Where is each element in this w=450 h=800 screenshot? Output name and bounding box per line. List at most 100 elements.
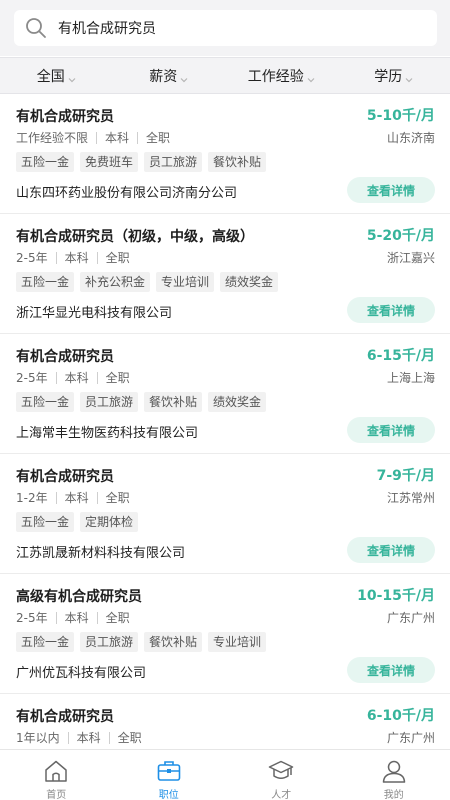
job-meta: 2-5年 本科 全职: [16, 249, 130, 266]
tab-jobs[interactable]: 职位: [113, 750, 226, 800]
filter-label: 薪资: [149, 68, 178, 85]
job-card[interactable]: 有机合成研究员 5-10千/月 工作经验不限 本科 全职 山东济南 五险一金 免…: [0, 94, 450, 214]
view-details-button[interactable]: 查看详情: [347, 417, 435, 443]
filter-bar: 全国 薪资 工作经验 学历: [0, 57, 450, 94]
job-meta: 1-2年 本科 全职: [16, 489, 130, 506]
company-name: 浙江华显光电科技有限公司: [16, 306, 173, 321]
divider: [96, 371, 98, 384]
job-tag: 餐饮补贴: [144, 632, 203, 652]
job-tag: 餐饮补贴: [144, 392, 203, 412]
job-tag: 专业培训: [156, 272, 215, 292]
divider: [96, 131, 98, 144]
search-icon: [14, 10, 58, 46]
tab-label: 首页: [46, 790, 67, 800]
tab-label: 人才: [271, 790, 292, 800]
job-title: 有机合成研究员（初级，中级，高级）: [16, 229, 254, 245]
divider: [67, 731, 69, 744]
tab-mine[interactable]: 我的: [338, 750, 450, 800]
tab-home[interactable]: 首页: [0, 750, 113, 800]
job-tag: 免费班车: [80, 152, 139, 172]
view-details-button[interactable]: 查看详情: [347, 177, 435, 203]
job-card[interactable]: 有机合成研究员 7-9千/月 1-2年 本科 全职 江苏常州 五险一金 定期体检…: [0, 454, 450, 574]
job-education: 本科: [64, 251, 89, 265]
job-tag: 补充公积金: [80, 272, 151, 292]
filter-salary[interactable]: 薪资: [113, 58, 226, 93]
divider: [55, 491, 57, 504]
job-location: 广东广州: [386, 611, 435, 625]
job-card[interactable]: 有机合成研究员（初级，中级，高级） 5-20千/月 2-5年 本科 全职 浙江嘉…: [0, 214, 450, 334]
job-title: 有机合成研究员: [16, 709, 114, 725]
job-title: 有机合成研究员: [16, 469, 114, 485]
user-icon: [381, 758, 407, 784]
job-type: 全职: [105, 371, 130, 385]
divider: [96, 251, 98, 264]
job-tags: 五险一金 员工旅游 餐饮补贴 绩效奖金: [16, 392, 272, 412]
job-experience: 1年以内: [16, 731, 60, 745]
company-name: 广州优瓦科技有限公司: [16, 666, 147, 681]
job-tag: 五险一金: [16, 392, 75, 412]
chevron-down-icon: [405, 72, 413, 82]
job-salary: 6-10千/月: [366, 708, 435, 724]
bottom-tab-bar: 首页 职位 人才 我的: [0, 749, 450, 800]
job-meta: 2-5年 本科 全职: [16, 609, 130, 626]
tab-label: 职位: [158, 790, 179, 800]
job-list[interactable]: 有机合成研究员 5-10千/月 工作经验不限 本科 全职 山东济南 五险一金 免…: [0, 94, 450, 749]
job-tag: 五险一金: [16, 152, 75, 172]
company-name: 上海常丰生物医药科技有限公司: [16, 426, 199, 441]
job-tag: 五险一金: [16, 512, 75, 532]
job-card[interactable]: 高级有机合成研究员 10-15千/月 2-5年 本科 全职 广东广州 五险一金 …: [0, 574, 450, 694]
job-experience: 2-5年: [16, 371, 48, 385]
job-type: 全职: [105, 491, 130, 505]
job-location: 上海上海: [386, 371, 435, 385]
filter-education[interactable]: 学历: [338, 58, 450, 93]
job-meta: 1年以内 本科 全职: [16, 729, 142, 746]
job-education: 本科: [76, 731, 101, 745]
job-card[interactable]: 有机合成研究员 6-10千/月 1年以内 本科 全职 广东广州: [0, 694, 450, 749]
job-tags: 五险一金 员工旅游 餐饮补贴 专业培训: [16, 632, 272, 652]
job-location: 广东广州: [386, 731, 435, 745]
divider: [96, 611, 98, 624]
job-card[interactable]: 有机合成研究员 6-15千/月 2-5年 本科 全职 上海上海 五险一金 员工旅…: [0, 334, 450, 454]
briefcase-icon: [156, 758, 182, 784]
tab-talent[interactable]: 人才: [225, 750, 338, 800]
search-header: [0, 0, 450, 56]
job-location: 江苏常州: [386, 491, 435, 505]
tab-label: 我的: [383, 790, 404, 800]
job-type: 全职: [105, 611, 130, 625]
divider: [55, 251, 57, 264]
job-tag: 绩效奖金: [220, 272, 279, 292]
job-location: 浙江嘉兴: [386, 251, 435, 265]
search-input[interactable]: [58, 13, 418, 43]
search-bar[interactable]: [14, 10, 437, 46]
job-tag: 绩效奖金: [208, 392, 267, 412]
divider: [137, 131, 139, 144]
job-salary: 5-10千/月: [366, 108, 435, 124]
job-experience: 2-5年: [16, 611, 48, 625]
filter-label: 工作经验: [247, 68, 304, 85]
job-education: 本科: [64, 611, 89, 625]
company-name: 山东四环药业股份有限公司济南分公司: [16, 186, 238, 201]
view-details-button[interactable]: 查看详情: [347, 537, 435, 563]
job-meta: 2-5年 本科 全职: [16, 369, 130, 386]
job-experience: 2-5年: [16, 251, 48, 265]
graduation-cap-icon: [268, 758, 294, 784]
job-tag: 餐饮补贴: [208, 152, 267, 172]
view-details-button[interactable]: 查看详情: [347, 657, 435, 683]
filter-label: 全国: [36, 68, 65, 85]
divider: [96, 491, 98, 504]
job-type: 全职: [146, 131, 171, 145]
job-education: 本科: [64, 491, 89, 505]
job-title: 有机合成研究员: [16, 349, 114, 365]
job-experience: 1-2年: [16, 491, 48, 505]
filter-experience[interactable]: 工作经验: [225, 58, 338, 93]
chevron-down-icon: [307, 72, 315, 82]
job-meta: 工作经验不限 本科 全职: [16, 129, 170, 146]
job-title: 高级有机合成研究员: [16, 589, 142, 605]
filter-label: 学历: [374, 68, 403, 85]
job-tag: 五险一金: [16, 632, 75, 652]
filter-region[interactable]: 全国: [0, 58, 113, 93]
divider: [108, 731, 110, 744]
job-experience: 工作经验不限: [16, 131, 89, 145]
view-details-button[interactable]: 查看详情: [347, 297, 435, 323]
company-name: 江苏凯晟新材料科技有限公司: [16, 546, 186, 561]
